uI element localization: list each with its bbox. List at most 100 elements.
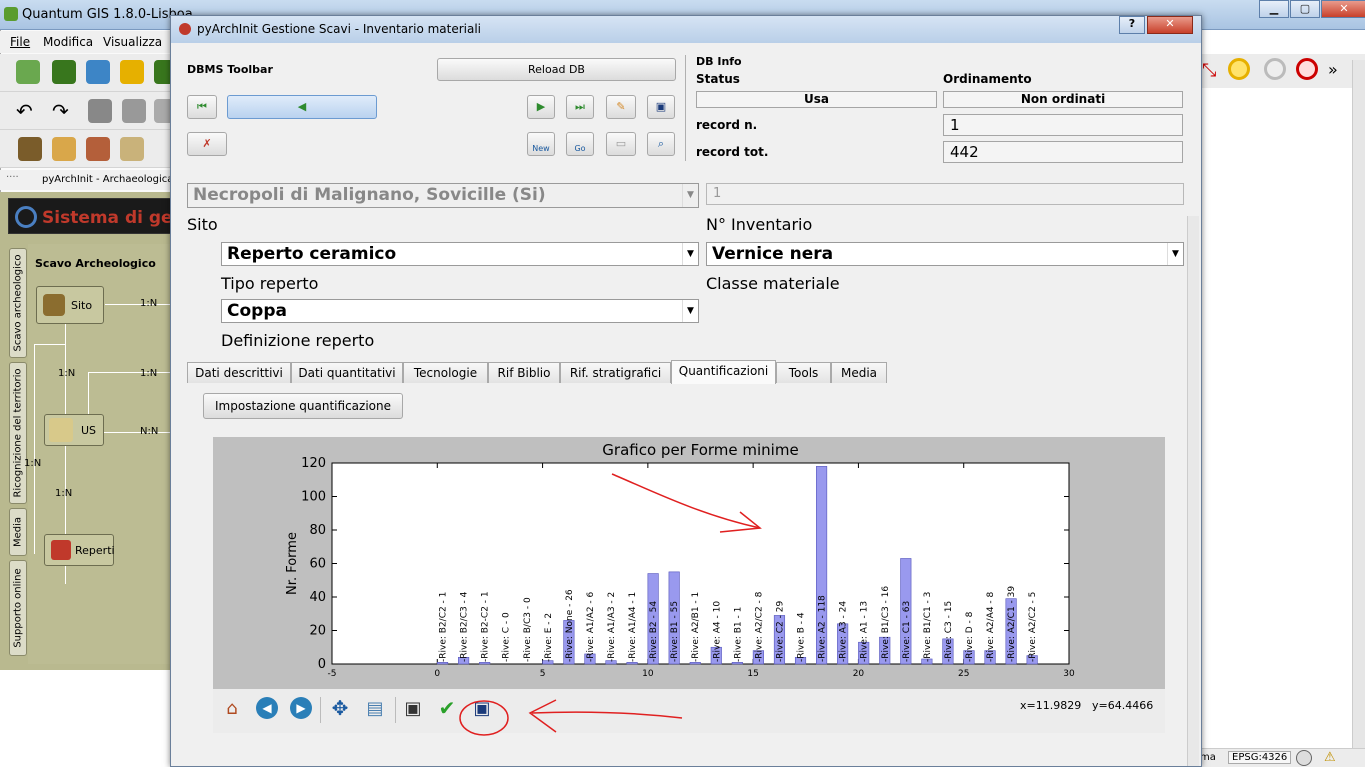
toolbar-separator [395,697,396,723]
tab-dati-descrittivi[interactable]: Dati descrittivi [187,362,291,383]
crs-status[interactable]: EPSG:4326 [1228,751,1292,764]
dialog-close-icon[interactable]: ✕ [1147,16,1193,34]
bar-label: -Rive: C3 - 15 [944,601,954,662]
crs-globe-icon[interactable] [1296,750,1312,766]
tab-rif-biblio[interactable]: Rif Biblio [488,362,560,383]
save-record-icon[interactable]: ▣ [647,95,675,119]
site-combo[interactable]: Necropoli di Malignano, Sovicille (Si) ▼ [187,183,699,208]
pyarchinit-hourglass-icon[interactable] [52,137,76,161]
impostazione-quantificazione-button[interactable]: Impostazione quantificazione [203,393,403,419]
zoom-last-icon[interactable] [1296,58,1318,80]
vtab-supporto-online[interactable]: Supporto online [9,560,27,656]
classe-materiale-combo[interactable]: Vernice nera ▼ [706,242,1184,266]
toolbar-separator [320,697,321,723]
back-arrow-icon[interactable]: ◀ [254,695,280,721]
pan-icon[interactable]: ✥ [327,695,353,721]
new-record-button[interactable]: New [527,132,555,156]
search-icon[interactable]: ⌕ [647,132,675,156]
definizione-reperto-label: Definizione reperto [221,331,375,350]
menu-visualizza[interactable]: Visualizza [103,35,162,49]
vtab-media[interactable]: Media [9,508,27,556]
flow-node-sito[interactable]: Sito [36,286,104,324]
chart-navigation-toolbar: ⌂ ◀ ▶ ✥ ▤ ▣ ✔ ▣ x=11.9829 y=64.4466 [213,689,1165,733]
toolbar-divider [685,55,686,161]
menu-file[interactable]: File [10,35,30,49]
vtab-scavo-archeologico[interactable]: Scavo archeologico [9,248,27,358]
toolbar-grip-icon: ···· [6,172,19,183]
flow-label: 1:N [24,458,42,469]
warning-icon[interactable]: ⚠ [1324,750,1336,765]
undo-icon[interactable]: ↶ [16,99,33,123]
bar-label: -Rive: A2 - 118 [818,595,828,662]
edit-record-icon[interactable]: ✎ [606,95,636,119]
record-tot-field: 442 [943,141,1183,163]
tab-rif-stratigrafici[interactable]: Rif. stratigrafici [560,362,671,383]
y-tick-label: 60 [309,557,326,572]
add-raster-layer-icon[interactable] [52,60,76,84]
next-record-icon[interactable]: ▶ [527,95,555,119]
tab-dati-quantitativi[interactable]: Dati quantitativi [291,362,403,383]
subplots-icon[interactable]: ▣ [400,695,426,721]
maximize-icon[interactable]: ▢ [1290,0,1320,18]
more-tools-icon[interactable]: » [1328,60,1338,79]
x-tick-label: 10 [642,669,654,679]
bar-label: -Rive: A2/A4 - 8 [986,591,996,662]
bar-label: -Rive: A1/A3 - 2 [607,592,617,662]
zoom-rect-icon[interactable]: ▤ [362,695,388,721]
help-icon[interactable]: ? [1119,16,1145,34]
definizione-reperto-combo[interactable]: Coppa ▼ [221,299,699,323]
x-tick-label: 25 [958,669,969,679]
add-postgis-layer-icon[interactable] [86,60,110,84]
reload-db-button[interactable]: Reload DB [437,58,676,81]
tab-tools[interactable]: Tools [776,362,831,383]
first-record-icon[interactable]: ⏮ [187,95,217,119]
chevron-down-icon: ▼ [682,243,698,265]
delete-record-icon[interactable]: ✗ [187,132,227,156]
add-feature-icon[interactable] [88,99,112,123]
prev-record-icon[interactable]: ◀ [227,95,377,119]
home-icon[interactable]: ⌂ [219,695,245,721]
cursor-y-readout: y=64.4466 [1092,699,1154,712]
tipo-reperto-combo[interactable]: Reperto ceramico ▼ [221,242,699,266]
move-feature-icon[interactable] [122,99,146,123]
record-n-field: 1 [943,114,1183,136]
identify-icon[interactable]: ⤡ [1202,60,1216,81]
last-record-icon[interactable]: ⏭ [566,95,594,119]
flow-node-reperti[interactable]: Reperti [44,534,115,566]
flow-node-us[interactable]: US [44,414,104,446]
pyarchinit-house-icon[interactable] [86,137,110,161]
pyarchinit-us-icon[interactable] [120,137,144,161]
bar-label: -Rive: A2/B1 - 1 [691,592,701,662]
x-tick-label: 15 [747,669,758,679]
close-icon[interactable]: ✕ [1321,0,1365,18]
redo-icon[interactable]: ↷ [52,99,69,123]
save-figure-icon[interactable]: ▣ [469,695,495,721]
pyarchinit-site-icon[interactable] [18,137,42,161]
go-search-button[interactable]: Go [566,132,594,156]
add-vector-layer-icon[interactable] [16,60,40,84]
dialog-scrollbar[interactable] [1187,216,1199,766]
view-all-icon[interactable]: ▭ [606,132,636,156]
forward-arrow-icon[interactable]: ▶ [288,695,314,721]
pyarchinit-logo-icon [15,206,37,228]
bar-label: -Rive: B2-C2 - 1 [481,591,491,662]
qgis-toolbar-layers [0,54,178,92]
add-spatialite-layer-icon[interactable] [120,60,144,84]
tab-tecnologie[interactable]: Tecnologie [403,362,488,383]
bar-label: -Rive: B2/C3 - 4 [460,591,470,662]
map-canvas[interactable] [1200,88,1365,748]
tab-quantificazioni[interactable]: Quantificazioni [671,360,776,384]
inventory-number-field[interactable]: 1 [706,183,1184,205]
zoom-in-icon[interactable] [1228,58,1250,80]
edit-axes-icon[interactable]: ✔ [434,695,460,721]
zoom-out-icon[interactable] [1264,58,1286,80]
x-tick-label: -5 [328,669,337,679]
x-tick-label: 30 [1063,669,1075,679]
map-scrollbar[interactable] [1352,60,1365,754]
menu-modifica[interactable]: Modifica [43,35,93,49]
vtab-ricognizione-territorio[interactable]: Ricognizione del territorio [9,362,27,504]
tab-media[interactable]: Media [831,362,887,383]
dialog-title-bar: pyArchInit Gestione Scavi - Inventario m… [171,16,1201,43]
status-label: Status [696,72,740,86]
minimize-icon[interactable]: ▁ [1259,0,1289,18]
